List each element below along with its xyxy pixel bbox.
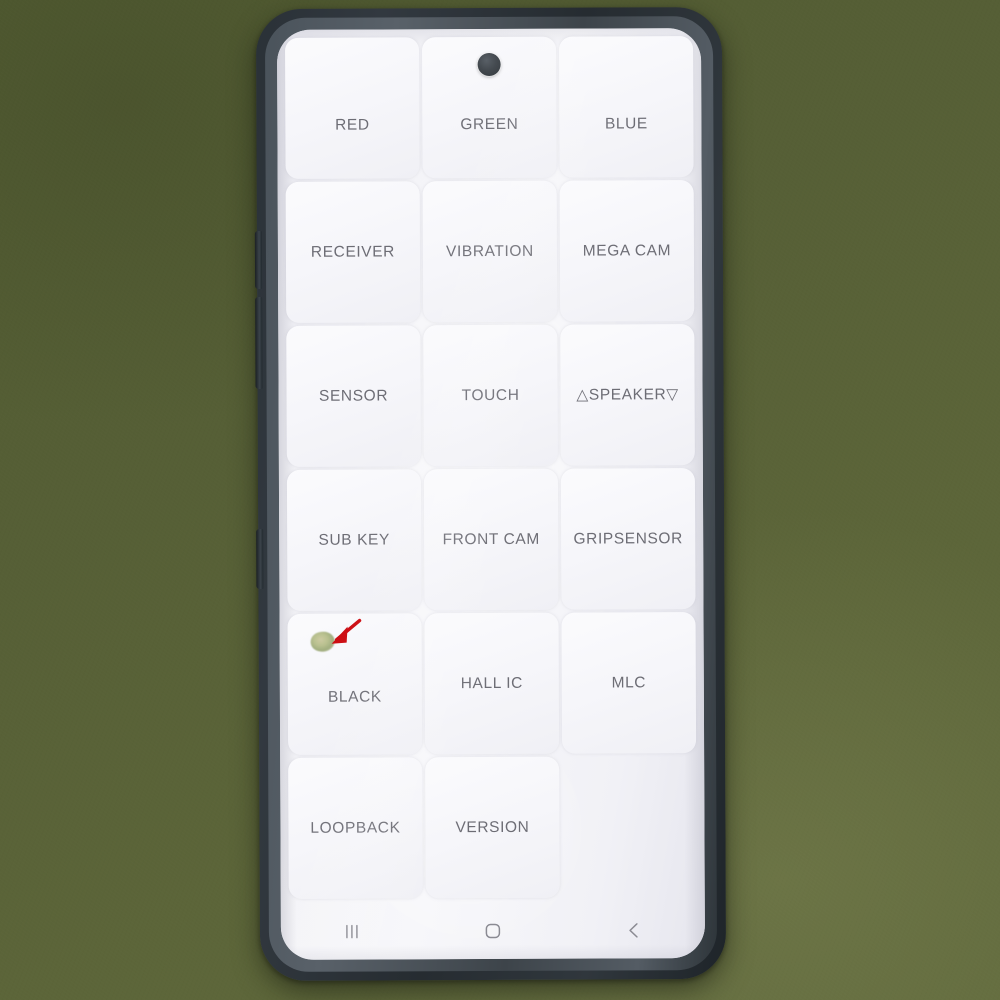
- test-button-receiver[interactable]: RECEIVER: [285, 181, 421, 323]
- phone-device: RED GREEN BLUE RECEIVER VIBRATION MEGA CAM SEN…: [254, 6, 727, 982]
- test-button-label: LOOPBACK: [310, 818, 401, 837]
- test-button-label: BLUE: [604, 114, 648, 132]
- test-button-black[interactable]: BLACK: [287, 613, 423, 755]
- test-button-vibration[interactable]: VIBRATION: [422, 180, 558, 323]
- test-button-label: VIBRATION: [445, 242, 534, 260]
- test-button-label: RECEIVER: [310, 242, 395, 261]
- navigation-bar: [281, 902, 705, 960]
- test-button-sensor[interactable]: SENSOR: [286, 325, 421, 467]
- nav-recents-button[interactable]: [322, 912, 380, 950]
- home-icon: [485, 923, 501, 939]
- test-button-sub-key[interactable]: SUB KEY: [286, 469, 422, 611]
- test-button-touch[interactable]: TOUCH: [423, 324, 558, 467]
- test-button-version[interactable]: VERSION: [425, 756, 560, 899]
- volume-up-key[interactable]: [254, 230, 263, 290]
- test-button-label: FRONT CAM: [442, 530, 540, 548]
- test-button-label: GRIPSENSOR: [573, 529, 683, 548]
- test-button-mlc[interactable]: MLC: [561, 612, 697, 754]
- front-camera-icon: [477, 52, 501, 77]
- test-button-speaker[interactable]: △SPEAKER▽: [560, 324, 695, 466]
- volume-down-key[interactable]: [255, 296, 263, 390]
- test-button-label: GREEN: [460, 115, 519, 133]
- test-button-front-cam[interactable]: FRONT CAM: [423, 468, 559, 611]
- power-key[interactable]: [256, 528, 264, 590]
- test-button-label: RED: [335, 116, 370, 134]
- test-button-label: SENSOR: [319, 386, 389, 405]
- test-button-red[interactable]: RED: [285, 37, 420, 179]
- screen-defect-blemish: [310, 631, 335, 652]
- test-button-label: VERSION: [455, 818, 530, 836]
- recents-icon: [345, 924, 358, 939]
- test-button-label: TOUCH: [461, 386, 520, 404]
- test-button-loopback[interactable]: LOOPBACK: [288, 757, 423, 899]
- test-button-mega-cam[interactable]: MEGA CAM: [559, 180, 695, 322]
- test-button-gripsensor[interactable]: GRIPSENSOR: [560, 468, 696, 610]
- nav-home-button[interactable]: [464, 912, 522, 950]
- test-button-hall-ic[interactable]: HALL IC: [424, 612, 560, 755]
- test-button-label: HALL IC: [460, 674, 523, 692]
- test-button-label: MLC: [611, 673, 647, 691]
- test-button-label: SUB KEY: [318, 530, 390, 549]
- test-button-label: BLACK: [327, 687, 382, 706]
- back-icon: [629, 923, 638, 938]
- nav-back-button[interactable]: [605, 911, 663, 949]
- test-button-label: MEGA CAM: [582, 241, 672, 260]
- test-button-blue[interactable]: BLUE: [559, 36, 694, 178]
- phone-screen: RED GREEN BLUE RECEIVER VIBRATION MEGA CAM SEN…: [276, 28, 706, 960]
- grid-cell-empty: [562, 756, 697, 898]
- hardware-test-grid: RED GREEN BLUE RECEIVER VIBRATION MEGA CAM SEN…: [285, 36, 697, 899]
- test-button-label: △SPEAKER▽: [576, 386, 679, 404]
